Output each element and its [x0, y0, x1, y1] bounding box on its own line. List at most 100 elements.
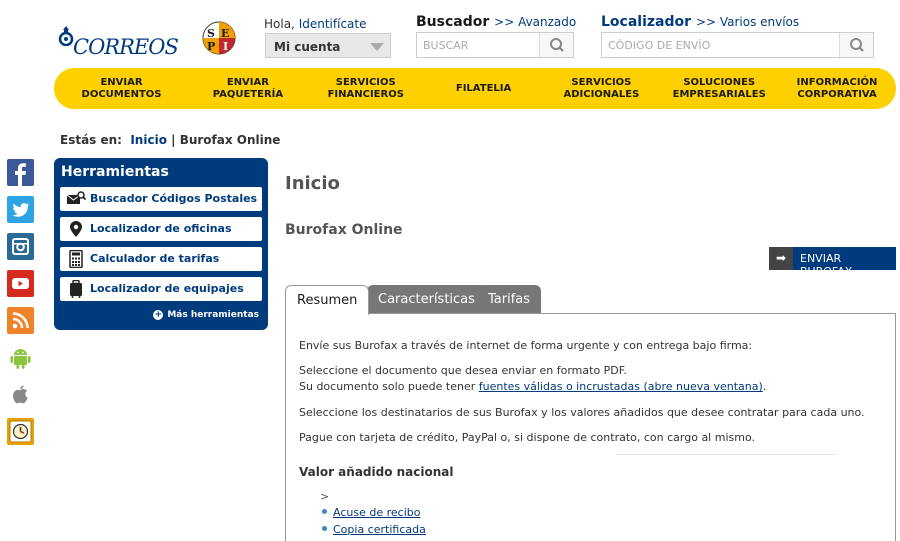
breadcrumb-link-inicio[interactable]: Inicio: [130, 133, 167, 147]
pdf-paragraph-end: .: [762, 380, 767, 393]
youtube-icon[interactable]: [7, 270, 34, 297]
twitter-glyph: [12, 203, 29, 217]
main-nav: ENVIAR DOCUMENTOS ENVIAR PAQUETERÍA SERVIC…: [54, 68, 896, 109]
copia-certificada-link[interactable]: Copia certificada: [333, 523, 426, 536]
tab-label: Tarifas: [488, 292, 531, 307]
nav-servicios-financieros[interactable]: SERVICIOS FINANCIEROS: [307, 77, 425, 101]
instagram-glyph: [12, 238, 29, 255]
account-select-value: Mi cuenta: [274, 40, 341, 54]
nav-enviar-documentos[interactable]: ENVIAR DOCUMENTOS: [54, 77, 189, 101]
nav-label: ENVIAR: [226, 76, 269, 88]
instagram-icon[interactable]: [7, 233, 34, 260]
pdf-paragraph-text: Su documento solo puede tener: [299, 380, 476, 393]
tool-rate-calculator[interactable]: Calculador de tarifas: [60, 247, 262, 271]
send-burofax-button[interactable]: ➡ ENVIAR BUROFAX: [769, 247, 896, 278]
account-select[interactable]: Mi cuenta: [265, 33, 391, 58]
nav-filatelia[interactable]: FILATELIA: [425, 83, 543, 95]
twitter-icon[interactable]: [7, 196, 34, 223]
more-tools-label: Más herramientas: [167, 310, 259, 320]
breadcrumb-separator: |: [171, 133, 176, 147]
tool-office-locator[interactable]: Localizador de oficinas: [60, 217, 262, 241]
divider: [616, 454, 836, 455]
tracking-input[interactable]: CÓDIGO DE ENVÍO: [601, 32, 874, 58]
tracker-title: Localizador >> Varios envíos: [601, 14, 799, 30]
payment-paragraph: Pague con tarjeta de crédito, PayPal o, …: [299, 431, 755, 444]
more-tools-link[interactable]: + Más herramientas: [153, 310, 259, 320]
greeting: Hola, Identifícate: [264, 17, 366, 31]
tool-luggage-locator[interactable]: Localizador de equipajes: [60, 277, 262, 301]
facebook-icon[interactable]: [7, 159, 34, 186]
nav-label: PAQUETERÍA: [212, 88, 284, 100]
nav-informacion-corporativa[interactable]: INFORMACIÓN CORPORATIVA: [778, 77, 896, 101]
nav-label: SOLUCIONES: [683, 76, 756, 88]
logo-wordmark: CORREOS: [73, 35, 179, 59]
breadcrumb: Estás en: Inicio | Burofax Online: [60, 133, 280, 147]
advanced-search-link[interactable]: >> Avanzado: [494, 15, 576, 29]
map-pin-icon: [70, 221, 82, 237]
tool-postal-code-search[interactable]: Buscador Códigos Postales: [60, 187, 262, 211]
correos-logo[interactable]: CORREOS: [56, 22, 179, 62]
rss-glyph: [12, 312, 29, 329]
nav-soluciones-empresariales[interactable]: SOLUCIONES EMPRESARIALES: [660, 77, 778, 101]
nav-label: CORPORATIVA: [797, 88, 877, 100]
calculator-icon: [69, 250, 83, 268]
android-icon[interactable]: [7, 344, 34, 371]
search-input[interactable]: BUSCAR: [416, 32, 574, 58]
bullet-icon: [322, 526, 327, 531]
page-title: Inicio: [285, 173, 340, 194]
breadcrumb-label: Estás en:: [60, 133, 122, 147]
tab-panel-resumen: Envíe sus Burofax a través de internet d…: [285, 313, 896, 541]
sepi-logo[interactable]: S E P I: [202, 20, 236, 56]
tracking-search-button[interactable]: [839, 33, 873, 57]
multi-tracking-link[interactable]: >> Varios envíos: [696, 15, 799, 29]
tab-label: Resumen: [297, 293, 358, 308]
youtube-glyph: [12, 278, 29, 289]
nav-label: FILATELIA: [455, 82, 512, 94]
nav-enviar-paqueteria[interactable]: ENVIAR PAQUETERÍA: [189, 77, 307, 101]
svg-text:I: I: [223, 40, 228, 53]
list-item: Acuse de recibo: [322, 506, 420, 519]
nav-label: SERVICIOS: [335, 76, 396, 88]
apple-icon[interactable]: [7, 381, 34, 408]
nav-label: FINANCIEROS: [327, 88, 404, 100]
search-button[interactable]: [539, 33, 573, 57]
list-item: Copia certificada: [322, 523, 426, 536]
apple-glyph: [13, 385, 28, 404]
nav-label: INFORMACIÓN: [796, 76, 878, 88]
valid-fonts-link[interactable]: fuentes válidas o incrustadas (abre nuev…: [479, 380, 763, 393]
clock-glyph: [9, 420, 32, 443]
breadcrumb-current: Burofax Online: [179, 133, 281, 147]
tab-resumen[interactable]: Resumen: [285, 285, 370, 315]
tool-label: Calculador de tarifas: [90, 252, 220, 265]
tab-caracteristicas[interactable]: Características: [367, 285, 486, 314]
pdf-paragraph: Seleccione el documento que desea enviar…: [299, 363, 766, 395]
tools-title: Herramientas: [61, 164, 169, 180]
tracking-placeholder: CÓDIGO DE ENVÍO: [608, 39, 711, 52]
search-icon: [850, 38, 864, 52]
svg-text:S: S: [207, 27, 215, 40]
login-link[interactable]: Identifícate: [299, 17, 367, 31]
nav-label: ADICIONALES: [563, 88, 640, 100]
list-arrow: >: [320, 490, 330, 503]
envelope-search-icon: [66, 191, 86, 204]
tool-label: Localizador de oficinas: [90, 222, 232, 235]
intro-paragraph: Envíe sus Burofax a través de internet d…: [299, 339, 753, 352]
tool-label: Localizador de equipajes: [90, 282, 244, 295]
tool-label: Buscador Códigos Postales: [90, 192, 258, 205]
svg-text:P: P: [207, 40, 215, 53]
bullet-icon: [322, 509, 327, 514]
search-placeholder: BUSCAR: [423, 39, 469, 52]
luggage-icon: [70, 280, 82, 298]
rss-icon[interactable]: [7, 307, 34, 334]
acuse-recibo-link[interactable]: Acuse de recibo: [333, 506, 420, 519]
tab-label: Características: [378, 292, 475, 307]
recipients-paragraph: Seleccione los destinatarios de sus Buro…: [299, 406, 865, 419]
send-burofax-label: ENVIAR BUROFAX: [800, 252, 853, 278]
nav-label: DOCUMENTOS: [81, 88, 162, 100]
svg-text:E: E: [221, 27, 229, 40]
android-glyph: [10, 349, 31, 369]
nav-servicios-adicionales[interactable]: SERVICIOS ADICIONALES: [542, 77, 660, 101]
tab-tarifas[interactable]: Tarifas: [477, 285, 542, 314]
arrow-right-icon: ➡: [769, 247, 793, 270]
clock-icon[interactable]: [7, 418, 34, 445]
